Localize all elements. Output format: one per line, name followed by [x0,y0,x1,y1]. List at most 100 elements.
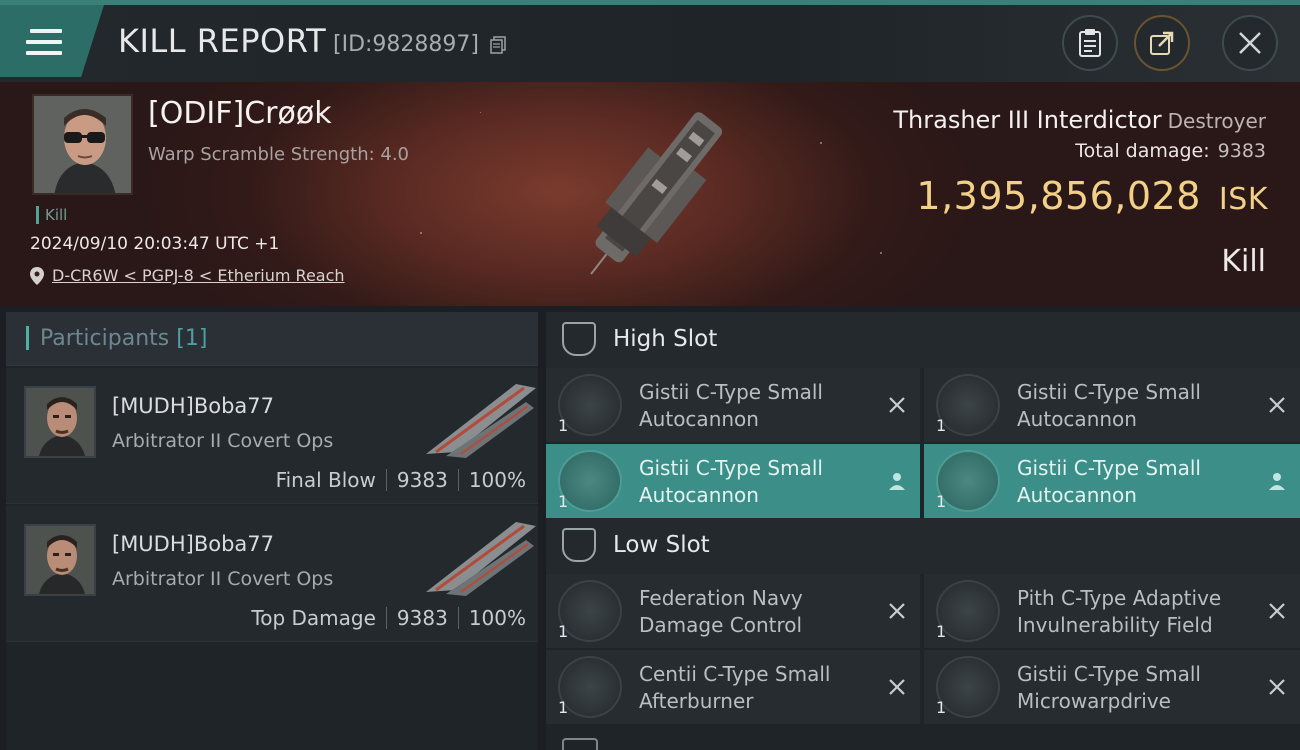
participant-avatar[interactable] [24,386,96,458]
module-quantity: 1 [558,622,569,641]
participant-percent: 100% [468,606,526,630]
module-quantity: 1 [936,698,947,717]
participant-ship-image [426,522,536,596]
participant-ship-image [426,384,536,458]
participant-ship[interactable]: Arbitrator II Covert Ops [112,430,333,452]
section-accent-bar [26,326,29,350]
participants-count: [1] [176,326,208,351]
module-quantity: 1 [558,416,569,435]
destroyed-x-icon [1269,603,1285,619]
participant-ship[interactable]: Arbitrator II Covert Ops [112,568,333,590]
module-name-line1: Centii C-Type Small [639,662,831,686]
module-name-line2: Autocannon [639,483,759,507]
participant-role: Final Blow [275,468,376,492]
stat-divider [457,607,459,629]
participants-title: Participants [40,326,170,351]
high-slot-icon [562,322,596,356]
high-slot-label: High Slot [613,326,718,352]
participants-panel: Participants [1] [MUDH]Boba77 Arbitrator… [6,312,538,750]
low-slot-label: Low Slot [613,532,710,558]
share-button[interactable] [1134,15,1190,71]
high-slot-grid: 1 Gistii C-Type Small Autocannon 1 Gistii… [546,368,1300,518]
stat-divider [385,469,387,491]
isk-value: 1,395,856,028 ISK [916,174,1268,218]
module-name-line2: Invulnerability Field [1017,613,1213,637]
module-quantity: 1 [936,492,947,511]
module-name-line1: Federation Navy [639,586,803,610]
module-item[interactable]: 1 Gistii C-Type Small Autocannon [546,444,920,518]
participant-portrait-image [26,388,94,456]
ship-class: Destroyer [1167,109,1266,133]
module-name-line2: Damage Control [639,613,803,637]
kill-location[interactable]: D-CR6W < PGPJ-8 < Etherium Reach [30,266,345,285]
victim-ship-name: Thrasher III Interdictor Destroyer [893,106,1266,134]
participants-header[interactable]: Participants [1] [6,312,538,366]
participant-percent: 100% [468,468,526,492]
participant-row[interactable]: [MUDH]Boba77 Arbitrator II Covert Ops To… [6,506,538,642]
module-name-line1: Gistii C-Type Small [1017,456,1201,480]
module-item[interactable]: 1 Gistii C-Type Small Autocannon [546,368,920,442]
participant-stats: Top Damage 9383 100% [251,606,526,630]
module-quantity: 1 [936,622,947,641]
module-item[interactable]: 1 Gistii C-Type Small Autocannon [924,444,1300,518]
victim-portrait[interactable] [32,94,133,195]
close-button[interactable] [1222,15,1278,71]
participant-damage: 9383 [396,468,448,492]
participant-portrait-image [26,526,94,594]
participant-name[interactable]: [MUDH]Boba77 [112,532,274,556]
destroyed-x-icon [1269,397,1285,413]
module-item[interactable]: 1 Gistii C-Type Small Autocannon [924,368,1300,442]
module-name-line2: Autocannon [639,407,759,431]
module-item[interactable]: 1 Federation Navy Damage Control [546,574,920,648]
destroyed-x-icon [889,397,905,413]
high-slot-header: High Slot [546,312,1300,368]
victim-pilot-name[interactable]: [ODIF]Crøøk [148,96,332,131]
module-item[interactable]: 1 Gistii C-Type Small Microwarpdrive [924,650,1300,724]
low-slot-grid: 1 Federation Navy Damage Control 1 Pith C… [546,574,1300,724]
module-name-line2: Autocannon [1017,483,1137,507]
hamburger-menu-icon [26,29,62,57]
destroyed-x-icon [889,603,905,619]
clipboard-icon [1079,29,1101,57]
total-damage-value: 9383 [1217,140,1266,162]
module-quantity: 1 [936,416,947,435]
menu-button[interactable] [0,5,104,77]
location-link[interactable]: D-CR6W < PGPJ-8 < Etherium Reach [52,266,345,285]
top-bar: KILL REPORT [ID:9828897] [0,0,1300,82]
module-name-line2: Autocannon [1017,407,1137,431]
fitting-panel: High Slot 1 Gistii C-Type Small Autocanno… [546,312,1300,750]
stat-divider [385,607,387,629]
isk-amount: 1,395,856,028 [916,174,1201,218]
module-item[interactable]: 1 Pith C-Type Adaptive Invulnerability Fi… [924,574,1300,648]
report-id: [ID:9828897] [333,32,479,57]
module-item[interactable]: 1 Centii C-Type Small Afterburner [546,650,920,724]
destroyed-x-icon [889,679,905,695]
low-slot-icon [562,528,596,562]
close-icon [1239,32,1261,54]
copy-icon[interactable] [490,36,506,54]
module-name-line1: Gistii C-Type Small [1017,380,1201,404]
participant-damage: 9383 [396,606,448,630]
ship-type-name[interactable]: Thrasher III Interdictor [893,106,1161,134]
module-name-line1: Pith C-Type Adaptive [1017,586,1222,610]
clipboard-button[interactable] [1062,15,1118,71]
participant-stats: Final Blow 9383 100% [276,468,526,492]
warp-scramble-strength: Warp Scramble Strength: 4.0 [148,144,410,165]
module-name-line2: Afterburner [639,689,754,713]
participant-name[interactable]: [MUDH]Boba77 [112,394,274,418]
participant-avatar[interactable] [24,524,96,596]
next-slot-section-icon [562,738,598,750]
page-title: KILL REPORT [118,22,327,60]
participant-role: Top Damage [251,606,376,630]
isk-unit: ISK [1218,182,1268,217]
module-quantity: 1 [558,492,569,511]
participant-row[interactable]: [MUDH]Boba77 Arbitrator II Covert Ops Fi… [6,368,538,504]
kill-summary-banner: [ODIF]Crøøk Warp Scramble Strength: 4.0 … [0,82,1300,306]
total-damage: Total damage: 9383 [1075,140,1266,162]
low-slot-header: Low Slot [546,518,1300,574]
total-damage-label: Total damage: [1075,140,1210,162]
stat-divider [457,469,459,491]
module-name-line1: Gistii C-Type Small [639,380,823,404]
kill-result-label: Kill [1221,244,1266,279]
dropped-person-icon [889,473,905,490]
